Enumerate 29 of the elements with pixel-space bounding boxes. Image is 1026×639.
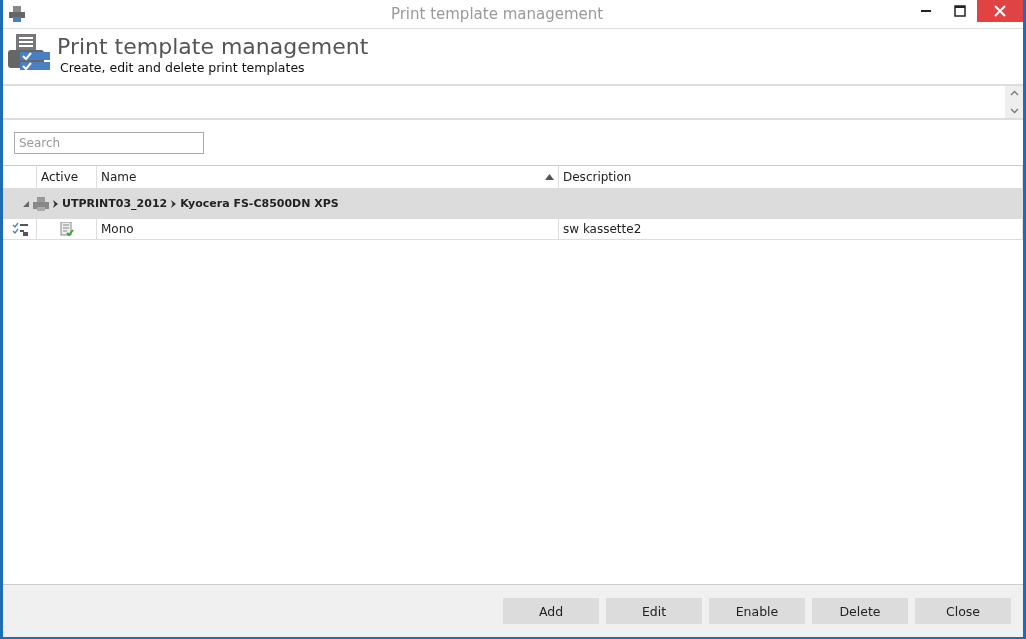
chevron-right-icon (171, 199, 177, 208)
action-button[interactable]: Edit (606, 598, 702, 624)
action-button[interactable]: Add (503, 598, 599, 624)
search-field[interactable]: Search (14, 132, 204, 154)
chevron-right-icon (53, 199, 58, 208)
column-header[interactable]: Active (37, 166, 97, 188)
chevron-down-icon (1009, 108, 1019, 114)
page-title: Print template management (57, 34, 369, 60)
column-header[interactable]: Name (97, 166, 559, 188)
printer-icon (9, 6, 25, 22)
minimize-icon (921, 10, 931, 12)
group-row[interactable]: UTPRINT03_2012 Kyocera FS-C8500DN XPS (3, 189, 1023, 219)
sort-ascending-icon (545, 174, 554, 180)
action-button[interactable]: Delete (812, 598, 908, 624)
group-path-text: Kyocera FS-C8500DN XPS (180, 197, 339, 210)
maximize-icon (954, 5, 966, 17)
group-path-text: UTPRINT03_2012 (62, 197, 168, 210)
window-title: Print template management (389, 5, 605, 23)
action-button[interactable]: Close (915, 598, 1011, 624)
page-subtitle: Create, edit and delete print templates (60, 60, 306, 75)
printer-icon (33, 196, 49, 211)
action-button[interactable]: Enable (709, 598, 805, 624)
chevron-up-icon (1009, 90, 1019, 96)
scrollbar[interactable] (1005, 86, 1023, 118)
table-cell: sw kassette2 (559, 219, 1023, 239)
close-button[interactable] (977, 0, 1023, 22)
column-header[interactable]: Description (559, 166, 1023, 188)
close-icon (994, 5, 1006, 17)
table-cell: Mono (97, 219, 559, 239)
